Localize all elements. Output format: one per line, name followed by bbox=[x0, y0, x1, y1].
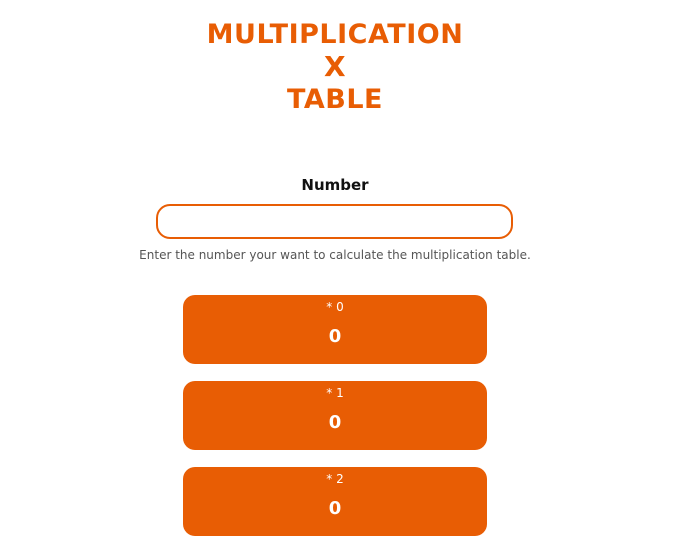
result-card-0: * 0 0 bbox=[183, 295, 487, 364]
number-input[interactable] bbox=[156, 204, 513, 239]
title-line-table: TABLE bbox=[287, 84, 383, 115]
page: MULTIPLICATION X TABLE Number Enter the … bbox=[0, 0, 698, 544]
result-card-2: * 2 0 bbox=[183, 467, 487, 536]
number-label: Number bbox=[301, 176, 369, 194]
title-line-x: X bbox=[323, 50, 347, 83]
result-value: 0 bbox=[328, 326, 342, 347]
result-value: 0 bbox=[328, 498, 342, 519]
multiplier-label: * 0 bbox=[326, 300, 344, 314]
result-card-1: * 1 0 bbox=[183, 381, 487, 450]
result-value: 0 bbox=[328, 412, 342, 433]
helper-text: Enter the number your want to calculate … bbox=[139, 248, 531, 262]
multiplier-label: * 1 bbox=[326, 386, 344, 400]
title-line-multiplication: MULTIPLICATION bbox=[206, 19, 464, 50]
multiplier-label: * 2 bbox=[326, 472, 344, 486]
